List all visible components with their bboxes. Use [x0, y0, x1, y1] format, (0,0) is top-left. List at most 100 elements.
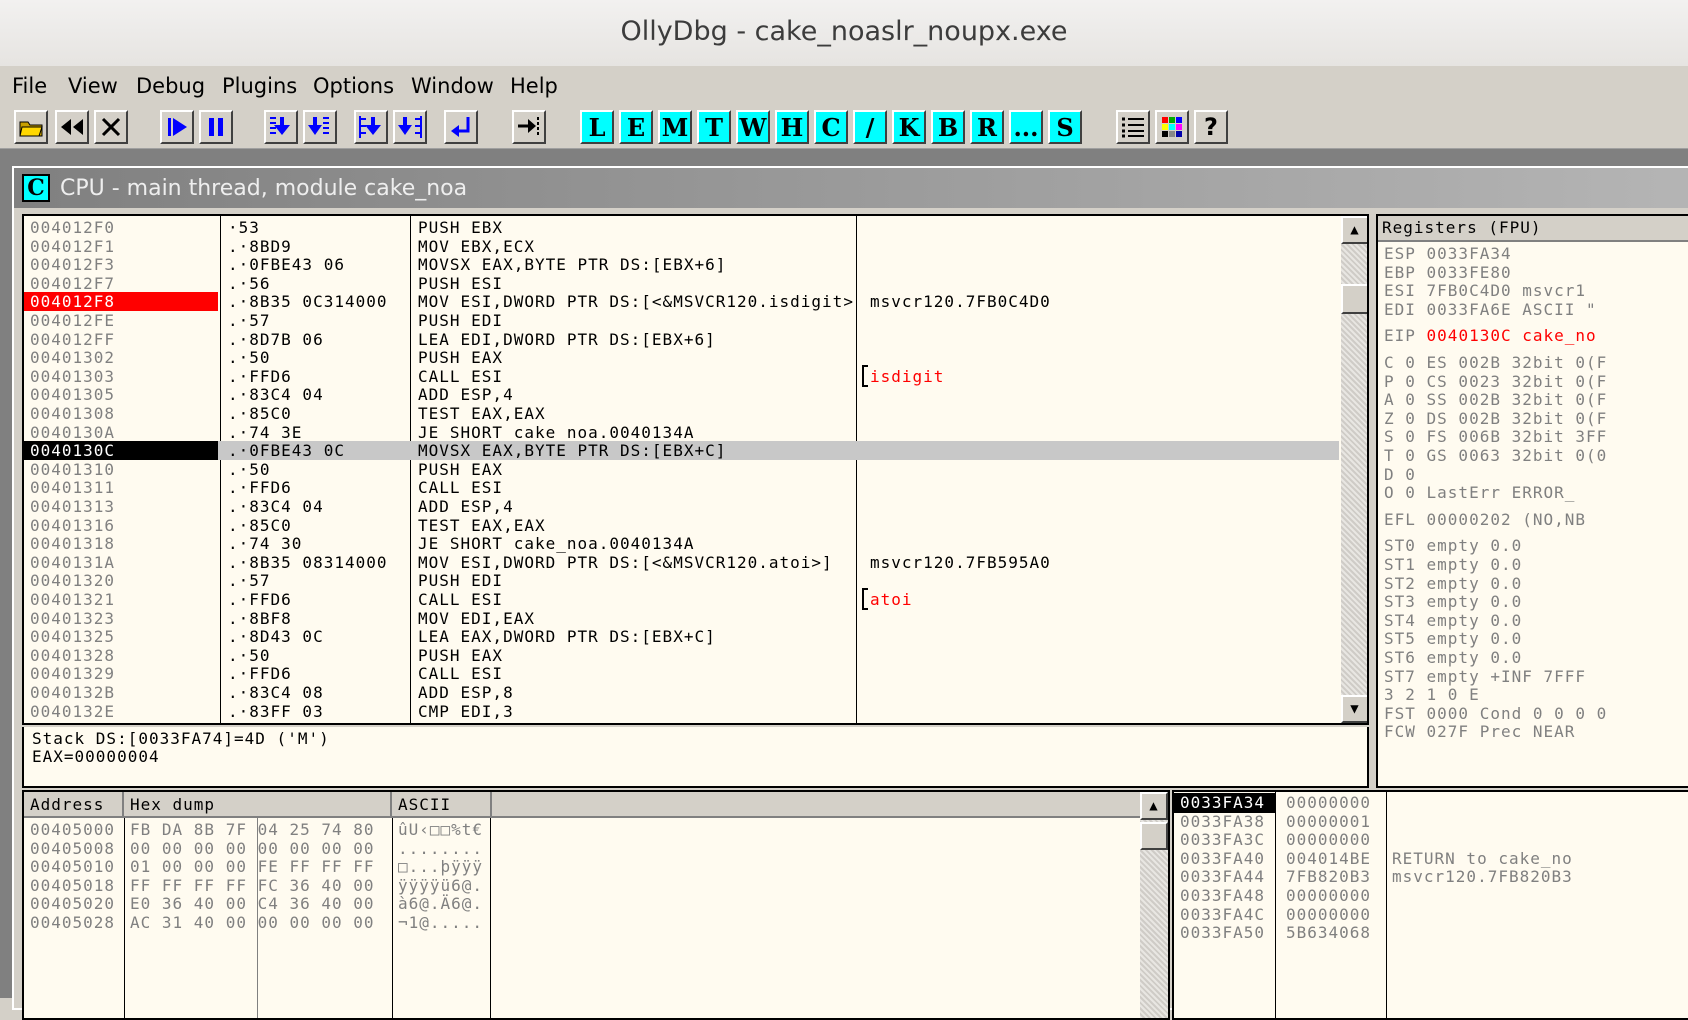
register-line[interactable]: D 0	[1384, 465, 1416, 485]
scroll-thumb[interactable]	[1341, 284, 1367, 314]
run-icon[interactable]	[160, 110, 194, 144]
register-line[interactable]: ESP 0033FA34	[1384, 244, 1512, 264]
dump-header-ascii[interactable]: ASCII	[392, 792, 492, 818]
stack-address[interactable]: 0033FA48	[1174, 886, 1275, 906]
dump-ascii[interactable]: ........	[398, 839, 483, 859]
disasm-row[interactable]: 00401316 .·85C0 TEST EAX,EAX	[24, 516, 1339, 535]
register-line[interactable]: FST 0000 Cond 0 0 0 0	[1384, 704, 1607, 724]
scroll-down-button[interactable]: ▼	[1341, 695, 1367, 723]
register-line[interactable]: ST4 empty 0.0	[1384, 611, 1522, 631]
disasm-row[interactable]: 00401308 .·85C0 TEST EAX,EAX	[24, 404, 1339, 423]
dump-hex[interactable]: AC 31 40 00 00 00 00 00	[130, 913, 375, 933]
stack-value[interactable]: 7FB820B3	[1286, 867, 1371, 887]
help-icon[interactable]: ?	[1194, 110, 1228, 144]
disasm-row[interactable]: 004012F1 .·8BD9 MOV EBX,ECX	[24, 237, 1339, 256]
menu-debug[interactable]: Debug	[136, 74, 205, 98]
disasm-row[interactable]: 00401328 .·50 PUSH EAX	[24, 646, 1339, 665]
colors-icon[interactable]	[1155, 110, 1189, 144]
stack-address[interactable]: 0033FA40	[1174, 849, 1275, 869]
dump-address[interactable]: 00405010	[30, 857, 115, 877]
disasm-row[interactable]: 0040130A .·74 3E JE SHORT cake_noa.0040134…	[24, 423, 1339, 442]
disasm-row[interactable]: 00401305 .·83C4 04 ADD ESP,4	[24, 385, 1339, 404]
disasm-row[interactable]: 0040132E .·83FF 03 CMP EDI,3	[24, 702, 1339, 721]
restart-icon[interactable]	[55, 110, 89, 144]
dump-address[interactable]: 00405008	[30, 839, 115, 859]
menu-window[interactable]: Window	[411, 74, 494, 98]
stack-pane[interactable]: 0033FA34 00000000 0033FA38 00000001 0033FA3C…	[1172, 790, 1688, 1020]
disasm-row[interactable]: 004012FF .·8D7B 06 LEA EDI,DWORD PTR DS:[E…	[24, 330, 1339, 349]
run-trace-button[interactable]: ...	[1009, 110, 1043, 144]
register-line[interactable]: ST0 empty 0.0	[1384, 536, 1522, 556]
disasm-row[interactable]: 004012F0 ·53 PUSH EBX	[24, 218, 1339, 237]
dump-address[interactable]: 00405000	[30, 820, 115, 840]
dump-scroll-up-button[interactable]: ▲	[1140, 792, 1168, 820]
dump-ascii[interactable]: ¬1@.....	[398, 913, 483, 933]
menu-options[interactable]: Options	[313, 74, 394, 98]
register-line[interactable]: EFL 00000202 (NO,NB	[1384, 510, 1586, 530]
disassembly-scrollbar[interactable]: ▲ ▼	[1341, 216, 1367, 723]
stack-value[interactable]: 00000000	[1286, 886, 1371, 906]
register-line[interactable]: EBP 0033FE80	[1384, 263, 1512, 283]
dump-scroll-thumb[interactable]	[1140, 822, 1168, 850]
disassembly-pane[interactable]: 004012F0 ·53 PUSH EBX 004012F1 .·8BD9 MOV EBX…	[22, 214, 1369, 725]
cpu-window-titlebar[interactable]: C CPU - main thread, module cake_noa	[14, 168, 1688, 208]
threads-button[interactable]: T	[697, 110, 731, 144]
stack-value[interactable]: 00000000	[1286, 905, 1371, 925]
dump-header-address[interactable]: Address	[24, 792, 124, 818]
memory-map-button[interactable]: M	[658, 110, 692, 144]
disasm-row[interactable]: 004012FE .·57 PUSH EDI	[24, 311, 1339, 330]
open-icon[interactable]	[14, 110, 48, 144]
menu-help[interactable]: Help	[510, 74, 558, 98]
dump-hex[interactable]: 01 00 00 00 FE FF FF FF	[130, 857, 375, 877]
stack-address[interactable]: 0033FA50	[1174, 923, 1275, 943]
execute-till-return-icon[interactable]	[444, 110, 478, 144]
patches-button[interactable]: /	[853, 110, 887, 144]
step-over-icon[interactable]	[303, 110, 337, 144]
register-line[interactable]: ST5 empty 0.0	[1384, 629, 1522, 649]
register-line[interactable]: ST3 empty 0.0	[1384, 592, 1522, 612]
register-line[interactable]: ST7 empty +INF 7FFF	[1384, 667, 1586, 687]
disasm-row[interactable]: 00401318 .·74 30 JE SHORT cake_noa.0040134…	[24, 534, 1339, 553]
dump-pane[interactable]: Address Hex dump ASCII 00405000 FB DA 8B …	[22, 790, 1170, 1020]
disasm-row[interactable]: 0040131A .·8B35 08314000 MOV ESI,DWORD PTR…	[24, 553, 1339, 572]
register-line[interactable]: Z 0 DS 002B 32bit 0(F	[1384, 409, 1607, 429]
list-icon[interactable]	[1116, 110, 1150, 144]
windows-button[interactable]: W	[736, 110, 770, 144]
disasm-row[interactable]: 00401329 .·FFD6 CALL ESI	[24, 664, 1339, 683]
dump-hex[interactable]: E0 36 40 00 C4 36 40 00	[130, 894, 375, 914]
stack-address[interactable]: 0033FA38	[1174, 812, 1275, 832]
trace-into-icon[interactable]	[354, 110, 388, 144]
register-line[interactable]: P 0 CS 0023 32bit 0(F	[1384, 372, 1607, 392]
disasm-row[interactable]: 004012F8 .·8B35 0C314000 MOV ESI,DWORD PTR…	[24, 292, 1339, 312]
register-line[interactable]: C 0 ES 002B 32bit 0(F	[1384, 353, 1607, 373]
dump-hex[interactable]: 00 00 00 00 00 00 00 00	[130, 839, 375, 859]
stack-value[interactable]: 00000000	[1286, 830, 1371, 850]
call-stack-button[interactable]: K	[892, 110, 926, 144]
disasm-row[interactable]: 00401311 .·FFD6 CALL ESI	[24, 478, 1339, 497]
source-button[interactable]: S	[1048, 110, 1082, 144]
register-line[interactable]: EIP 0040130C cake_no	[1384, 326, 1597, 346]
go-to-icon[interactable]	[512, 110, 546, 144]
disasm-row[interactable]: 004012F7 .·56 PUSH ESI	[24, 274, 1339, 293]
handles-button[interactable]: H	[775, 110, 809, 144]
register-line[interactable]: T 0 GS 0063 32bit 0(0	[1384, 446, 1607, 466]
register-line[interactable]: ESI 7FB0C4D0 msvcr1	[1384, 281, 1586, 301]
references-button[interactable]: R	[970, 110, 1004, 144]
executable-modules-button[interactable]: E	[619, 110, 653, 144]
step-into-icon[interactable]	[264, 110, 298, 144]
register-line[interactable]: ST2 empty 0.0	[1384, 574, 1522, 594]
stack-address[interactable]: 0033FA3C	[1174, 830, 1275, 850]
disasm-row[interactable]: 00401323 .·8BF8 MOV EDI,EAX	[24, 609, 1339, 628]
stack-address[interactable]: 0033FA4C	[1174, 905, 1275, 925]
registers-pane[interactable]: Registers (FPU) ESP 0033FA34 EBP 0033FE80…	[1376, 214, 1688, 788]
disasm-row[interactable]: 0040132B .·83C4 08 ADD ESP,8	[24, 683, 1339, 702]
dump-ascii[interactable]: ûU‹□□%t€	[398, 820, 483, 840]
disasm-row[interactable]: 00401302 .·50 PUSH EAX	[24, 348, 1339, 367]
stack-value[interactable]: 5B634068	[1286, 923, 1371, 943]
dump-hex[interactable]: FB DA 8B 7F 04 25 74 80	[130, 820, 375, 840]
register-line[interactable]: EDI 0033FA6E ASCII "	[1384, 300, 1597, 320]
pause-icon[interactable]	[199, 110, 233, 144]
disasm-row[interactable]: 00401325 .·8D43 0C LEA EAX,DWORD PTR DS:[E…	[24, 627, 1339, 646]
register-line[interactable]: 3 2 1 0 E	[1384, 685, 1480, 705]
register-line[interactable]: S 0 FS 006B 32bit 3FF	[1384, 427, 1607, 447]
